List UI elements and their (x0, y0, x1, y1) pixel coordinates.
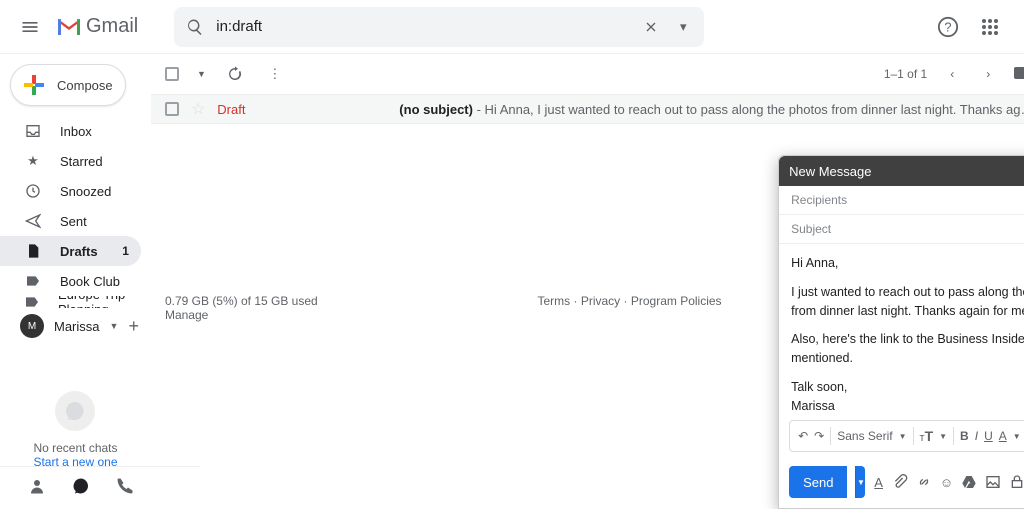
row-subject: (no subject) - Hi Anna, I just wanted to… (399, 102, 1024, 117)
undo-icon[interactable]: ↶ (798, 429, 808, 443)
person-icon[interactable] (26, 475, 48, 497)
apps-grid-icon[interactable] (976, 13, 1004, 41)
text-color-icon[interactable]: A (999, 429, 1007, 443)
sidebar-item-drafts[interactable]: Drafts 1 (0, 236, 141, 266)
nav-label: Europe Trip Planning (58, 296, 129, 308)
draft-icon (24, 242, 42, 260)
subject-field[interactable]: Subject (779, 215, 1024, 244)
terms-link[interactable]: Terms (538, 294, 571, 308)
send-button[interactable]: Send (789, 466, 847, 498)
plus-icon (21, 72, 47, 98)
gmail-m-icon (56, 17, 82, 37)
hangouts-icon (55, 391, 95, 431)
select-dropdown-icon[interactable]: ▼ (197, 69, 206, 79)
underline-icon[interactable]: U (984, 429, 993, 443)
privacy-link[interactable]: Privacy (581, 294, 620, 308)
compose-window: New Message — ⤢ ✕ Recipients Subject Hi … (778, 155, 1024, 509)
next-page-icon[interactable]: › (977, 63, 999, 85)
account-name: Marissa (54, 319, 100, 334)
star-icon[interactable]: ☆ (191, 99, 205, 119)
bold-icon[interactable]: B (960, 429, 969, 443)
drive-icon[interactable] (961, 471, 977, 493)
sidebar: Compose Inbox ★ Starred Snoozed Sent Dra… (0, 54, 151, 509)
row-checkbox[interactable] (165, 102, 179, 116)
font-select[interactable]: Sans Serif (837, 429, 892, 443)
emoji-icon[interactable]: ☺ (940, 471, 953, 493)
search-bar[interactable]: ▾ (174, 7, 704, 47)
nav-label: Inbox (60, 124, 92, 139)
sidebar-item-trip[interactable]: Europe Trip Planning (0, 296, 141, 308)
phone-icon[interactable] (114, 475, 136, 497)
label-icon (24, 272, 42, 290)
storage-text: 0.79 GB (5%) of 15 GB used (165, 294, 318, 308)
prev-page-icon[interactable]: ‹ (941, 63, 963, 85)
sidebar-item-snoozed[interactable]: Snoozed (0, 176, 141, 206)
compose-body[interactable]: Hi Anna, I just wanted to reach out to p… (779, 244, 1024, 414)
search-options-icon[interactable]: ▾ (672, 16, 694, 38)
sidebar-item-sent[interactable]: Sent (0, 206, 141, 236)
hangouts-tab-icon[interactable] (70, 475, 92, 497)
italic-icon[interactable]: I (975, 429, 978, 443)
compose-header[interactable]: New Message — ⤢ ✕ (779, 156, 1024, 186)
app-header: Gmail ▾ ? (0, 0, 1024, 54)
gmail-logo[interactable]: Gmail (56, 15, 138, 38)
help-icon[interactable]: ? (934, 13, 962, 41)
more-icon[interactable]: ⋮ (264, 63, 286, 85)
redo-icon[interactable]: ↷ (814, 429, 824, 443)
nav-label: Snoozed (60, 184, 111, 199)
size-dropdown-icon[interactable]: ▼ (939, 432, 947, 441)
confidential-icon[interactable] (1009, 471, 1024, 493)
add-account-icon[interactable]: + (128, 316, 139, 337)
app-name: Gmail (86, 15, 138, 38)
nav-label: Sent (60, 214, 87, 229)
input-tools-icon[interactable] (1013, 63, 1024, 85)
search-input[interactable] (216, 18, 630, 35)
result-count: 1–1 of 1 (884, 67, 927, 81)
send-icon (24, 212, 42, 230)
row-sender: Draft (217, 102, 387, 117)
image-icon[interactable] (985, 471, 1001, 493)
menu-icon[interactable] (10, 7, 50, 47)
format-toolbar: ↶ ↷ Sans Serif ▼ тT ▼ B I U A ▼ ▼ (789, 420, 1024, 452)
svg-text:?: ? (944, 19, 951, 34)
attach-icon[interactable] (892, 471, 908, 493)
manage-link[interactable]: Manage (165, 308, 318, 322)
clear-search-icon[interactable] (640, 16, 662, 38)
send-options-icon[interactable]: ▼ (855, 466, 865, 498)
account-dropdown-icon[interactable]: ▼ (110, 321, 119, 331)
no-chats-text: No recent chats (20, 441, 131, 455)
select-all-checkbox[interactable] (165, 67, 179, 81)
refresh-icon[interactable] (224, 63, 246, 85)
compose-actions: Send ▼ A ☺ ⋮ (779, 458, 1024, 508)
policies-link[interactable]: Program Policies (631, 294, 722, 308)
text-format-icon[interactable]: A (873, 471, 883, 493)
list-toolbar: ▼ ⋮ 1–1 of 1 ‹ › ▼ (151, 54, 1024, 94)
clock-icon (24, 182, 42, 200)
hangouts-panel: No recent chats Start a new one (0, 391, 151, 469)
nav-label: Starred (60, 154, 103, 169)
account-row[interactable]: M Marissa ▼ + (0, 308, 151, 344)
star-icon: ★ (24, 152, 42, 170)
sidebar-item-inbox[interactable]: Inbox (0, 116, 141, 146)
mail-row[interactable]: ☆ Draft (no subject) - Hi Anna, I just w… (151, 94, 1024, 124)
font-dropdown-icon[interactable]: ▼ (899, 432, 907, 441)
compose-label: Compose (57, 78, 113, 93)
compose-title: New Message (789, 164, 871, 179)
nav-label: Drafts (60, 244, 98, 259)
recipients-field[interactable]: Recipients (779, 186, 1024, 215)
label-icon (24, 296, 40, 308)
drafts-count: 1 (122, 244, 129, 258)
sidebar-item-starred[interactable]: ★ Starred (0, 146, 141, 176)
color-dropdown-icon[interactable]: ▼ (1013, 432, 1021, 441)
content-area: ▼ ⋮ 1–1 of 1 ‹ › ▼ ☆ Draft (no subject) … (151, 54, 1024, 509)
search-icon[interactable] (184, 16, 206, 38)
sidebar-item-book-club[interactable]: Book Club (0, 266, 141, 296)
link-icon[interactable] (916, 471, 932, 493)
compose-button[interactable]: Compose (10, 64, 126, 106)
font-size-icon[interactable]: тT (920, 428, 934, 444)
nav-label: Book Club (60, 274, 120, 289)
avatar: M (20, 314, 44, 338)
inbox-icon (24, 122, 42, 140)
